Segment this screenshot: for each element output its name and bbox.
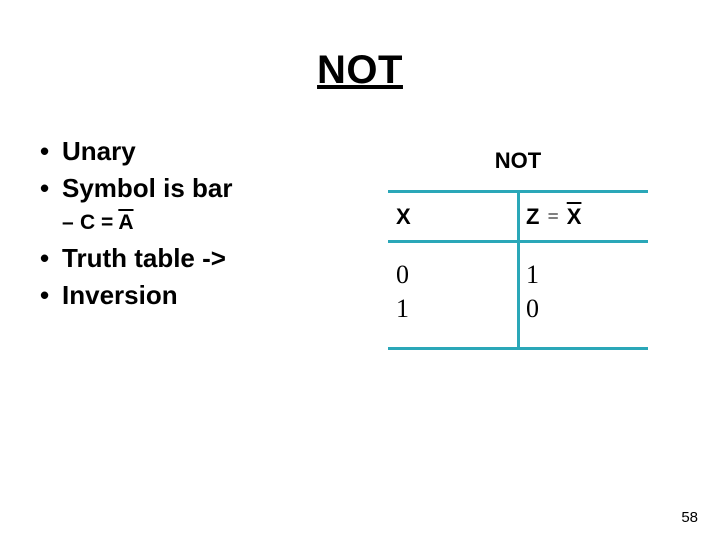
truth-table: X Z = X 0 1 1 0 (388, 190, 648, 350)
z-eq: = (547, 206, 558, 229)
z-rhs-xbar: X (567, 204, 582, 230)
cell-z-0: 1 (518, 258, 648, 292)
bullet-truth-table: Truth table -> (36, 242, 346, 276)
z-lhs: Z (526, 204, 539, 230)
cell-x-1: 1 (388, 292, 518, 326)
cell-z-1: 0 (518, 292, 648, 326)
slide: NOT Unary Symbol is bar C = A Truth tabl… (0, 0, 720, 540)
page-number: 58 (681, 509, 698, 526)
col-header-z: Z = X (518, 198, 648, 236)
bullet-inversion: Inversion (36, 279, 346, 313)
table-rule-vertical (517, 190, 520, 350)
bullet-list: Unary Symbol is bar C = A Truth table ->… (36, 135, 346, 315)
slide-title: NOT (0, 48, 720, 93)
bullet-c-equals-prefix: C = (80, 211, 118, 234)
bullet-unary: Unary (36, 135, 346, 169)
cell-x-0: 0 (388, 258, 518, 292)
col-header-x: X (388, 198, 518, 236)
truth-table-figure: NOT X Z = X 0 (388, 148, 648, 350)
table-rule-bottom (388, 347, 648, 350)
a-overbar: A (118, 211, 133, 234)
table-rule-mid (388, 240, 648, 243)
bullet-c-equals-abar: C = A (36, 209, 346, 236)
bullet-symbol-is-bar: Symbol is bar (36, 172, 346, 206)
figure-heading: NOT (388, 148, 648, 174)
